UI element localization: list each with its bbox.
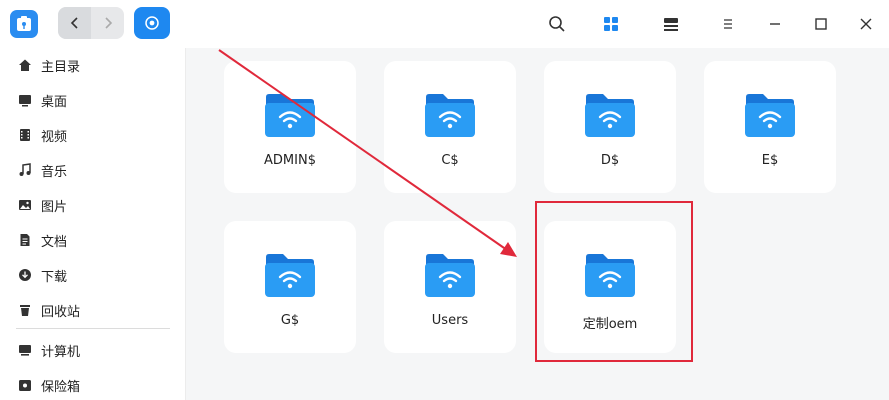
search-button[interactable] bbox=[545, 12, 569, 36]
navigation-group bbox=[58, 7, 124, 39]
computer-icon bbox=[18, 343, 32, 357]
maximize-icon bbox=[815, 18, 827, 30]
network-folder-icon bbox=[585, 94, 635, 137]
file-manager-logo-icon[interactable] bbox=[10, 10, 38, 38]
sidebar-item-music[interactable]: 音乐 bbox=[0, 153, 186, 187]
folder-name: E$ bbox=[761, 153, 779, 168]
folder-tile[interactable]: E$ bbox=[704, 61, 836, 193]
desktop-icon bbox=[18, 93, 32, 107]
sidebar-divider bbox=[16, 328, 170, 329]
download-icon bbox=[18, 268, 32, 282]
network-folder-icon bbox=[265, 94, 315, 137]
sidebar-item-desktop[interactable]: 桌面 bbox=[0, 83, 186, 117]
sidebar-item-label: 音乐 bbox=[41, 164, 68, 180]
close-icon bbox=[860, 18, 872, 30]
sidebar: 主目录 桌面 视频 音乐 图片 文档 下载 回收站 计算机 保险箱 bbox=[0, 48, 186, 400]
sidebar-item-trash[interactable]: 回收站 bbox=[0, 293, 186, 327]
sidebar-item-pictures[interactable]: 图片 bbox=[0, 188, 186, 222]
list-view-icon bbox=[664, 18, 678, 31]
search-icon bbox=[549, 16, 565, 32]
sidebar-item-label: 图片 bbox=[41, 199, 68, 215]
folder-tile[interactable]: ADMIN$ bbox=[224, 61, 356, 193]
trash-icon bbox=[18, 303, 32, 317]
folder-name: G$ bbox=[280, 313, 300, 328]
sidebar-item-downloads[interactable]: 下载 bbox=[0, 258, 186, 292]
folder-tile[interactable]: D$ bbox=[544, 61, 676, 193]
network-location-button[interactable] bbox=[134, 7, 170, 39]
network-icon bbox=[145, 16, 159, 30]
network-folder-icon bbox=[425, 254, 475, 297]
chevron-left-icon bbox=[70, 17, 78, 29]
sidebar-item-label: 保险箱 bbox=[41, 379, 81, 395]
icon-view-button[interactable] bbox=[599, 12, 623, 36]
home-icon bbox=[18, 58, 32, 72]
back-button[interactable] bbox=[58, 7, 91, 39]
minimize-button[interactable] bbox=[763, 12, 787, 36]
sidebar-item-label: 回收站 bbox=[41, 304, 81, 320]
network-folder-icon bbox=[745, 94, 795, 137]
folder-tile[interactable]: G$ bbox=[224, 221, 356, 353]
music-icon bbox=[18, 163, 32, 177]
sidebar-item-label: 桌面 bbox=[41, 94, 68, 110]
sidebar-item-computer[interactable]: 计算机 bbox=[0, 333, 186, 367]
folder-tile[interactable]: Users bbox=[384, 221, 516, 353]
sidebar-item-label: 计算机 bbox=[41, 344, 81, 360]
sidebar-item-documents[interactable]: 文档 bbox=[0, 223, 186, 257]
sidebar-item-label: 文档 bbox=[41, 234, 68, 250]
menu-button[interactable] bbox=[716, 12, 740, 36]
folder-name: D$ bbox=[600, 153, 620, 168]
folder-name: C$ bbox=[441, 153, 459, 168]
picture-icon bbox=[18, 198, 32, 212]
title-bar bbox=[0, 0, 889, 48]
list-view-button[interactable] bbox=[659, 12, 683, 36]
network-folder-icon bbox=[265, 254, 315, 297]
grid-view-icon bbox=[604, 17, 618, 31]
forward-button[interactable] bbox=[91, 7, 124, 39]
minimize-icon bbox=[770, 23, 780, 25]
sidebar-item-label: 视频 bbox=[41, 129, 68, 145]
sidebar-item-videos[interactable]: 视频 bbox=[0, 118, 186, 152]
network-folder-icon bbox=[425, 94, 475, 137]
document-icon bbox=[18, 233, 32, 247]
folder-tile[interactable]: C$ bbox=[384, 61, 516, 193]
video-icon bbox=[18, 128, 32, 142]
chevron-right-icon bbox=[104, 17, 112, 29]
sidebar-item-safe[interactable]: 保险箱 bbox=[0, 368, 186, 400]
annotation-highlight-box bbox=[535, 201, 693, 362]
sidebar-item-label: 主目录 bbox=[41, 59, 81, 75]
folder-name: Users bbox=[431, 313, 469, 328]
safe-icon bbox=[18, 378, 32, 392]
folder-name: ADMIN$ bbox=[264, 153, 316, 168]
menu-icon bbox=[724, 19, 732, 29]
close-button[interactable] bbox=[854, 12, 878, 36]
maximize-button[interactable] bbox=[809, 12, 833, 36]
sidebar-item-label: 下载 bbox=[41, 269, 68, 285]
sidebar-item-home[interactable]: 主目录 bbox=[0, 48, 186, 82]
